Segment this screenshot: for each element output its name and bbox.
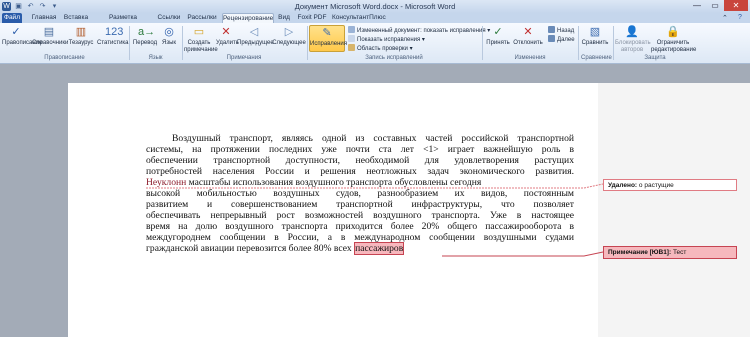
comment-balloon[interactable]: Примечание [ЮВ1]: Тест — [603, 246, 737, 259]
markup-connectors — [146, 183, 604, 257]
deletion-balloon-label: Удалено: — [608, 182, 638, 189]
comment-balloon-label: Примечание [ЮВ1]: — [608, 249, 672, 256]
comment-balloon-text: Тест — [671, 249, 687, 256]
deletion-balloon-text: о растущие — [637, 182, 674, 189]
deletion-balloon[interactable]: Удалено: о растущие — [603, 179, 737, 191]
